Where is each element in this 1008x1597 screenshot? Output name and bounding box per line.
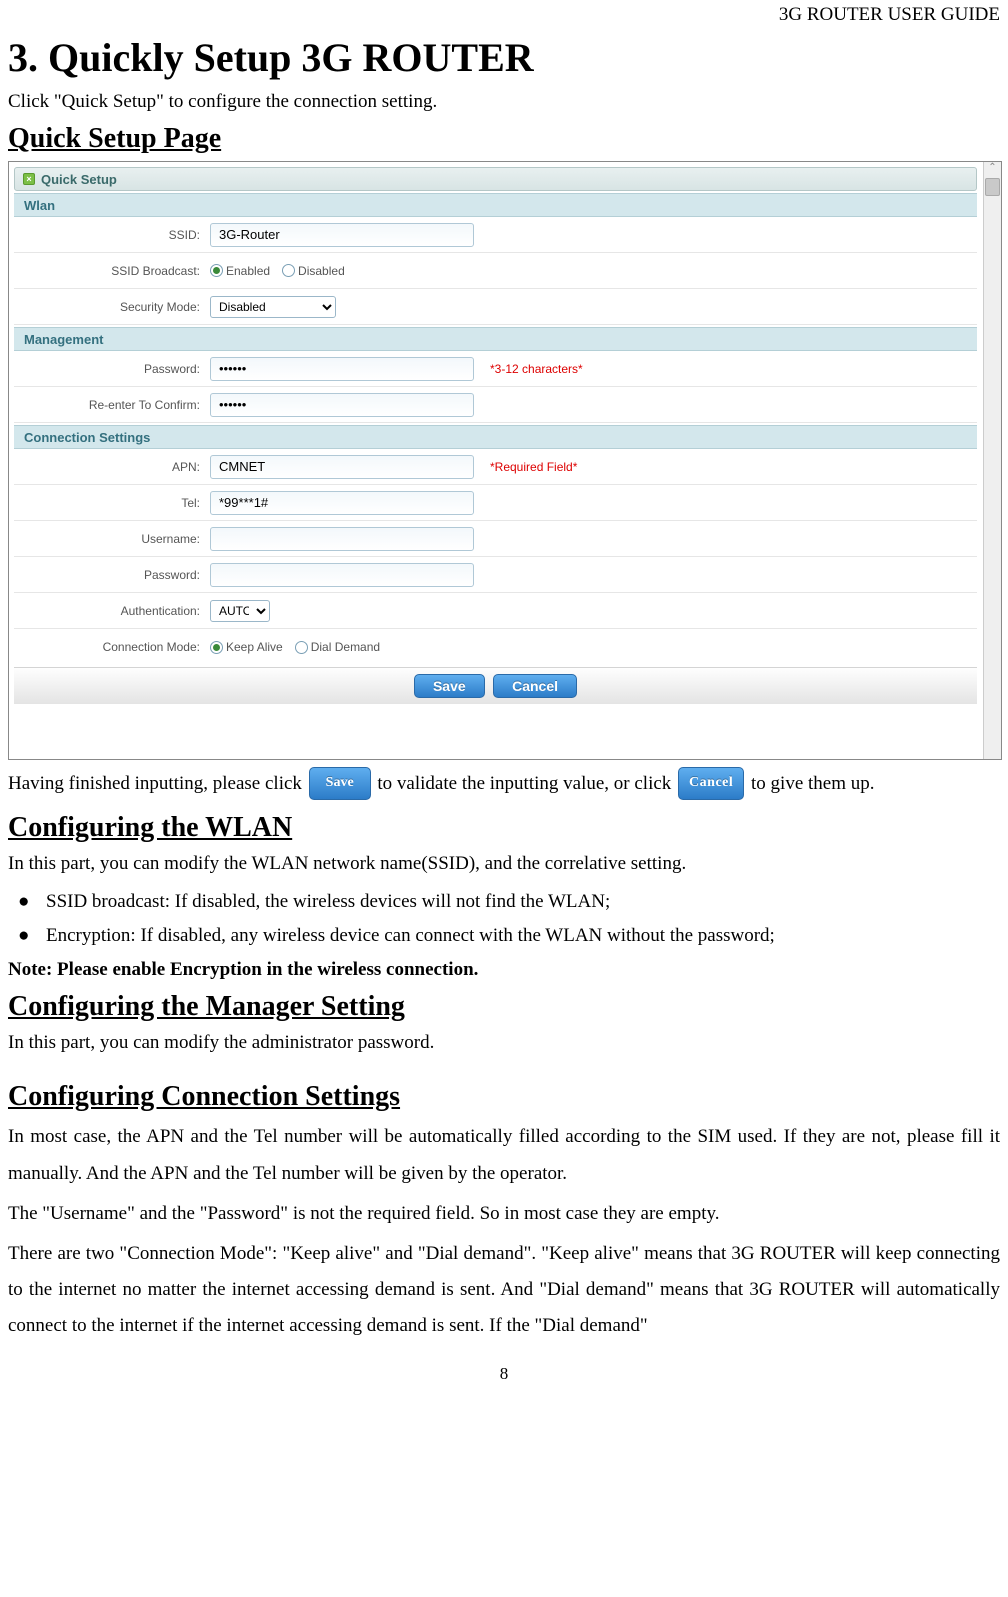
broadcast-disabled-radio[interactable]: Disabled [282, 264, 345, 278]
section-configuring-manager: Configuring the Manager Setting [8, 991, 1000, 1023]
inline-save-button-image: Save [309, 767, 371, 800]
cancel-button[interactable]: Cancel [493, 674, 577, 698]
text-part: to validate the inputting value, or clic… [377, 773, 676, 794]
inline-cancel-button-image: Cancel [678, 767, 744, 800]
username-label: Username: [14, 532, 210, 546]
chapter-title: 3. Quickly Setup 3G ROUTER [8, 34, 1000, 81]
radio-label: Keep Alive [226, 640, 283, 654]
mgmt-password-input[interactable] [210, 357, 474, 381]
panel-title: Quick Setup [41, 172, 117, 187]
security-mode-select[interactable]: Disabled [210, 296, 336, 318]
mgmt-password-row: Password: *3-12 characters* [14, 351, 977, 387]
connection-p2: The "Username" and the "Password" is not… [8, 1196, 1000, 1232]
radio-label: Enabled [226, 264, 270, 278]
wlan-note: Note: Please enable Encryption in the wi… [8, 959, 1000, 981]
section-quick-setup-page: Quick Setup Page [8, 123, 1000, 155]
wlan-bullet-ssid-broadcast: SSID broadcast: If disabled, the wireles… [18, 885, 1000, 919]
broadcast-enabled-radio[interactable]: Enabled [210, 264, 270, 278]
security-mode-label: Security Mode: [14, 300, 210, 314]
keep-alive-radio[interactable]: Keep Alive [210, 640, 283, 654]
mgmt-confirm-row: Re-enter To Confirm: [14, 387, 977, 423]
conn-password-label: Password: [14, 568, 210, 582]
text-part: to give them up. [751, 773, 874, 794]
tel-label: Tel: [14, 496, 210, 510]
radio-label: Disabled [298, 264, 345, 278]
security-mode-row: Security Mode: Disabled [14, 289, 977, 325]
apn-label: APN: [14, 460, 210, 474]
manager-intro: In this part, you can modify the adminis… [8, 1029, 1000, 1058]
vertical-scrollbar[interactable] [983, 162, 1001, 759]
page-number: 8 [8, 1364, 1000, 1384]
mgmt-confirm-label: Re-enter To Confirm: [14, 398, 210, 412]
wlan-bullets: SSID broadcast: If disabled, the wireles… [8, 885, 1000, 953]
apn-hint: *Required Field* [490, 460, 577, 474]
connection-section-band: Connection Settings [14, 425, 977, 449]
scrollbar-thumb[interactable] [985, 178, 1000, 196]
tel-input[interactable] [210, 491, 474, 515]
authentication-label: Authentication: [14, 604, 210, 618]
conn-password-input[interactable] [210, 563, 474, 587]
ssid-label: SSID: [14, 228, 210, 242]
radio-icon [210, 641, 223, 654]
authentication-row: Authentication: AUTO [14, 593, 977, 629]
close-icon[interactable]: × [23, 173, 35, 185]
apn-input[interactable] [210, 455, 474, 479]
radio-icon [282, 264, 295, 277]
wlan-intro: In this part, you can modify the WLAN ne… [8, 850, 1000, 879]
section-configuring-connection: Configuring Connection Settings [8, 1081, 1000, 1113]
save-button[interactable]: Save [414, 674, 485, 698]
wlan-section-band: Wlan [14, 193, 977, 217]
connection-p1: In most case, the APN and the Tel number… [8, 1119, 1000, 1191]
ssid-input[interactable] [210, 223, 474, 247]
username-row: Username: [14, 521, 977, 557]
intro-paragraph: Click "Quick Setup" to configure the con… [8, 91, 1000, 113]
conn-password-row: Password: [14, 557, 977, 593]
ssid-broadcast-label: SSID Broadcast: [14, 264, 210, 278]
management-section-band: Management [14, 327, 977, 351]
quick-setup-screenshot: × Quick Setup Wlan SSID: SSID Broadcast:… [8, 161, 1002, 760]
username-input[interactable] [210, 527, 474, 551]
after-screenshot-paragraph: Having finished inputting, please click … [8, 766, 1000, 802]
ssid-row: SSID: [14, 217, 977, 253]
doc-header: 3G ROUTER USER GUIDE [8, 0, 1000, 30]
section-configuring-wlan: Configuring the WLAN [8, 812, 1000, 844]
connection-mode-row: Connection Mode: Keep Alive Dial Demand [14, 629, 977, 665]
ssid-broadcast-row: SSID Broadcast: Enabled Disabled [14, 253, 977, 289]
wlan-bullet-encryption: Encryption: If disabled, any wireless de… [18, 919, 1000, 953]
panel-header: × Quick Setup [14, 167, 977, 191]
radio-icon [210, 264, 223, 277]
dial-demand-radio[interactable]: Dial Demand [295, 640, 380, 654]
mgmt-confirm-input[interactable] [210, 393, 474, 417]
text-part: Having finished inputting, please click [8, 773, 307, 794]
mgmt-password-label: Password: [14, 362, 210, 376]
connection-mode-label: Connection Mode: [14, 640, 210, 654]
button-bar: Save Cancel [14, 667, 977, 704]
password-hint: *3-12 characters* [490, 362, 583, 376]
connection-p3: There are two "Connection Mode": "Keep a… [8, 1236, 1000, 1344]
authentication-select[interactable]: AUTO [210, 600, 270, 622]
radio-label: Dial Demand [311, 640, 380, 654]
apn-row: APN: *Required Field* [14, 449, 977, 485]
tel-row: Tel: [14, 485, 977, 521]
radio-icon [295, 641, 308, 654]
